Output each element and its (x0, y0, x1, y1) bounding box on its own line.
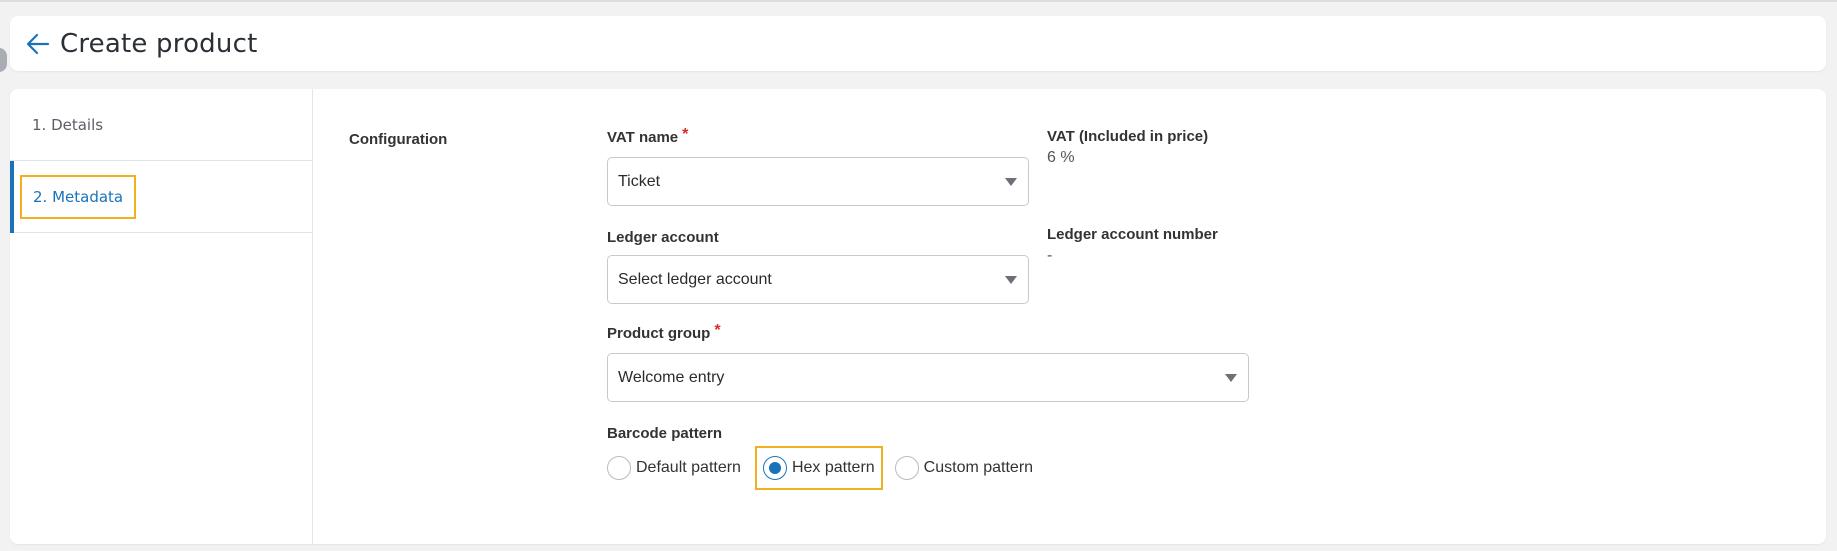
ledger-account-value: Select ledger account (618, 270, 772, 288)
step-metadata[interactable]: 2. Metadata (10, 161, 312, 233)
vat-name-select[interactable]: Ticket (607, 157, 1029, 206)
radio-button-selected[interactable] (762, 456, 787, 480)
product-group-label-text: Product group (607, 325, 711, 342)
ledger-info-value: - (1047, 247, 1053, 264)
section-title: Configuration (349, 131, 448, 148)
back-button[interactable] (24, 30, 52, 58)
chevron-down-icon (1005, 178, 1017, 186)
steps-sidebar: 1. Details 2. Metadata (10, 89, 313, 544)
ledger-account-select[interactable]: Select ledger account (607, 255, 1029, 304)
product-group-select[interactable]: Welcome entry (607, 353, 1249, 402)
radio-hex-label: Hex pattern (791, 459, 875, 476)
vat-name-value: Ticket (618, 172, 661, 190)
top-divider (0, 0, 1837, 2)
radio-dot-icon (768, 462, 781, 474)
chevron-down-icon (1005, 276, 1017, 284)
radio-default-pattern[interactable]: Default pattern (607, 456, 741, 480)
radio-custom-pattern[interactable]: Custom pattern (894, 456, 1034, 480)
ledger-account-label: Ledger account (607, 229, 719, 246)
step-details[interactable]: 1. Details (10, 89, 312, 161)
product-group-label: Product group * (607, 322, 721, 343)
vat-name-label: VAT name * (607, 126, 689, 147)
vat-info-label: VAT (Included in price) (1047, 128, 1209, 145)
product-group-value: Welcome entry (618, 368, 725, 386)
radio-button[interactable] (894, 456, 919, 480)
arrow-left-icon (26, 33, 50, 54)
radio-hex-pattern[interactable]: Hex pattern (754, 446, 883, 490)
step-details-label: 1. Details (32, 116, 104, 134)
page-title: Create product (60, 28, 258, 59)
form-card: 1. Details 2. Metadata Configuration VAT… (10, 89, 1826, 544)
ledger-info-label: Ledger account number (1047, 226, 1218, 243)
chevron-down-icon (1225, 374, 1237, 382)
vat-info-value: 6 % (1047, 149, 1075, 166)
vat-name-label-text: VAT name (607, 129, 679, 146)
radio-button[interactable] (607, 456, 631, 480)
barcode-pattern-label: Barcode pattern (607, 425, 723, 442)
required-mark: * (682, 126, 689, 143)
radio-custom-label: Custom pattern (923, 459, 1034, 476)
side-handle[interactable] (0, 48, 7, 72)
step-metadata-label: 2. Metadata (20, 175, 137, 219)
radio-default-label: Default pattern (636, 459, 741, 476)
barcode-pattern-radio-group: Default pattern Hex pattern Custom patte… (607, 446, 1033, 490)
page-header: Create product (10, 16, 1826, 71)
required-mark: * (714, 322, 721, 339)
